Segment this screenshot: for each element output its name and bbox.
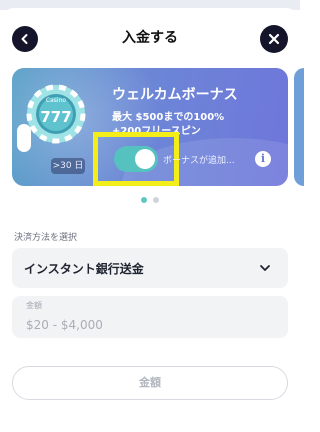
amount-input[interactable]: 金額 $20 - $4,000 — [12, 296, 288, 338]
amount-placeholder: $20 - $4,000 — [26, 318, 103, 332]
bonus-toggle-label: ボーナスが追加... — [163, 156, 235, 166]
bonus-toggle[interactable] — [114, 146, 158, 172]
next-bonus-card-peek[interactable] — [294, 68, 304, 186]
page-title: 入金する — [122, 30, 178, 46]
payment-method-label: 決済方法を選択 — [14, 233, 78, 243]
carousel-dot-2[interactable] — [153, 197, 159, 203]
close-icon — [268, 33, 280, 45]
chevron-down-icon — [260, 265, 270, 271]
chip-label: Casino — [46, 97, 66, 104]
carousel-dots — [141, 197, 159, 203]
bonus-title: ウェルカムボーナス — [112, 87, 238, 103]
bonus-description-line-1: 最大 $500までの100% — [112, 112, 225, 123]
amount-label: 金額 — [26, 301, 42, 310]
chip-number: 777 — [40, 108, 71, 126]
deposit-amount-button[interactable]: 金額 — [12, 366, 288, 400]
carousel-dot-1[interactable] — [141, 197, 147, 203]
casino-chip-icon: Casino 777 — [26, 84, 86, 144]
info-icon[interactable]: i — [255, 151, 271, 167]
toggle-knob — [135, 149, 155, 169]
close-button[interactable] — [260, 25, 288, 53]
payment-method-value: インスタント銀行送金 — [24, 262, 144, 276]
days-badge: >30 日 — [51, 158, 85, 174]
payment-method-select[interactable]: インスタント銀行送金 — [12, 248, 288, 288]
